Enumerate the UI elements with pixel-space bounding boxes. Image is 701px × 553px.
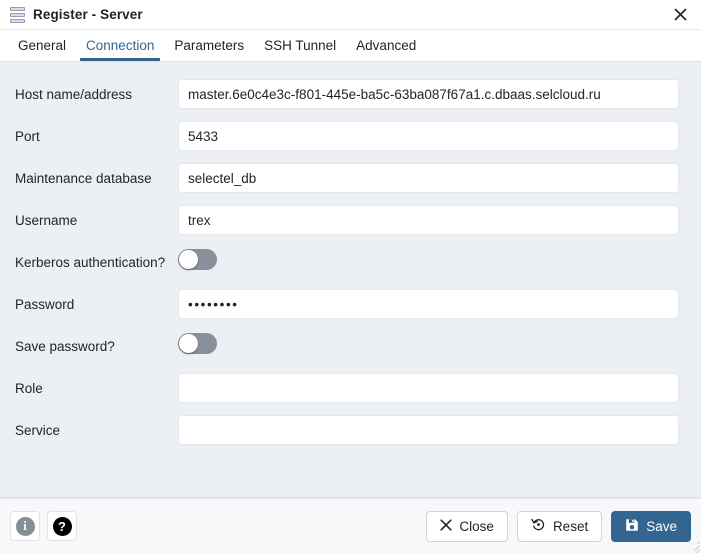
help-icon: ?: [52, 516, 72, 536]
register-server-dialog: Register - Server General Connection Par…: [0, 0, 701, 553]
connection-tab-panel: Host name/address Port Maintenance datab…: [0, 62, 701, 498]
close-button-label: Close: [459, 518, 494, 534]
close-x-icon: [440, 518, 453, 534]
footer-right-group: Close Reset Save: [426, 510, 691, 542]
reset-button-label: Reset: [552, 518, 589, 534]
label-maintenance-database: Maintenance database: [15, 171, 152, 186]
dialog-tabbar: General Connection Parameters SSH Tunnel…: [0, 30, 701, 62]
username-input[interactable]: [178, 205, 679, 235]
tab-parameters[interactable]: Parameters: [164, 30, 254, 61]
label-port: Port: [15, 129, 40, 144]
form-row-port: Port: [0, 116, 691, 158]
close-icon[interactable]: [667, 3, 693, 27]
save-button[interactable]: Save: [611, 510, 691, 542]
save-button-label: Save: [646, 518, 677, 534]
info-icon: i: [15, 516, 35, 536]
server-stack-icon: [10, 6, 25, 23]
form-row-role: Role: [0, 368, 691, 410]
toggle-knob-icon: [179, 250, 198, 269]
close-button[interactable]: Close: [426, 510, 508, 542]
label-password: Password: [15, 297, 75, 312]
kerberos-authentication-toggle[interactable]: [178, 249, 217, 270]
host-input[interactable]: [178, 79, 679, 109]
label-save-password: Save password?: [15, 339, 115, 354]
save-floppy-icon: [625, 518, 639, 535]
reset-rotate-icon: [531, 517, 546, 535]
form-row-save-password: Save password?: [0, 326, 691, 368]
footer-left-group: i ?: [10, 511, 77, 541]
tab-connection[interactable]: Connection: [76, 30, 164, 61]
maintenance-database-input[interactable]: [178, 163, 679, 193]
label-host: Host name/address: [15, 87, 133, 102]
password-input[interactable]: ••••••••: [178, 289, 679, 319]
resize-grip[interactable]: [687, 539, 700, 553]
tab-general[interactable]: General: [8, 30, 76, 61]
info-button[interactable]: i: [10, 511, 40, 541]
form-row-maintenance-database: Maintenance database: [0, 158, 691, 200]
dialog-titlebar: Register - Server: [0, 0, 701, 30]
dialog-footer: i ? Close Reset Save: [0, 498, 701, 553]
form-row-host: Host name/address: [0, 74, 691, 116]
port-input[interactable]: [178, 121, 679, 151]
help-button[interactable]: ?: [47, 511, 77, 541]
label-username: Username: [15, 213, 78, 228]
label-service: Service: [15, 423, 61, 438]
tab-advanced[interactable]: Advanced: [346, 30, 426, 61]
tab-ssh-tunnel[interactable]: SSH Tunnel: [254, 30, 346, 61]
role-input[interactable]: [178, 373, 679, 403]
label-role: Role: [15, 381, 43, 396]
form-row-service: Service: [0, 410, 691, 452]
toggle-knob-icon: [179, 334, 198, 353]
form-row-username: Username: [0, 200, 691, 242]
label-kerberos-authentication: Kerberos authentication?: [15, 255, 166, 270]
service-input[interactable]: [178, 415, 679, 445]
connection-form: Host name/address Port Maintenance datab…: [0, 62, 701, 462]
reset-button[interactable]: Reset: [516, 510, 603, 542]
dialog-title: Register - Server: [33, 7, 143, 22]
save-password-toggle[interactable]: [178, 333, 217, 354]
form-row-kerberos-authentication: Kerberos authentication?: [0, 242, 691, 284]
form-row-password: Password ••••••••: [0, 284, 691, 326]
